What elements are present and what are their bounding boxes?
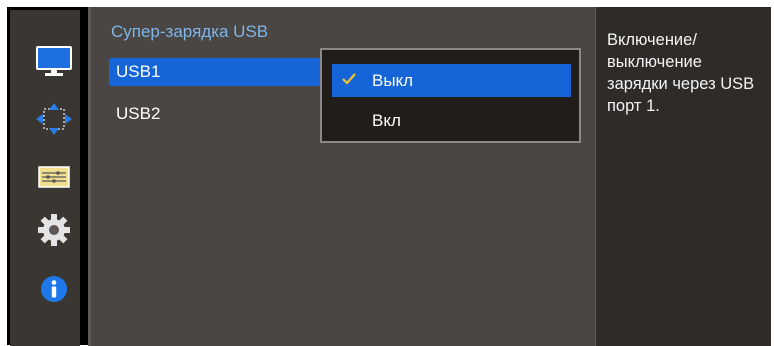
info-icon[interactable]: [34, 272, 74, 306]
page-title: Супер-зарядка USB: [111, 22, 269, 41]
usb-settings-panel: Супер-зарядка USB USB1 USB2 Выкл Вкл: [88, 7, 598, 346]
charging-dropdown: Выкл Вкл: [320, 48, 581, 143]
checkmark-icon: [342, 73, 356, 85]
move-arrows-icon[interactable]: [34, 103, 74, 137]
option-on[interactable]: Вкл: [332, 104, 571, 137]
monitor-icon[interactable]: [34, 45, 74, 79]
option-off[interactable]: Выкл: [332, 64, 571, 97]
sidebar: [10, 10, 80, 346]
sliders-icon[interactable]: [34, 161, 74, 195]
help-panel: Включение/ выключение зарядки через USB …: [595, 7, 771, 346]
menu-item-usb1[interactable]: USB1: [109, 58, 348, 86]
gear-icon[interactable]: [34, 213, 74, 247]
option-on-label: Вкл: [372, 111, 401, 130]
menu-item-usb2[interactable]: USB2: [109, 100, 160, 128]
option-off-label: Выкл: [372, 71, 414, 90]
help-text: Включение/ выключение зарядки через USB …: [607, 31, 755, 115]
